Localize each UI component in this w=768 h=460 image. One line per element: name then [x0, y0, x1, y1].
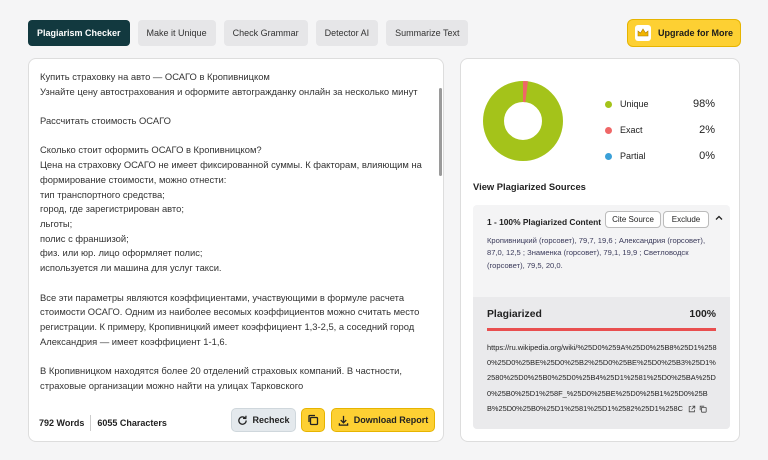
editor-paragraph: Рассчитать стоимость ОСАГО	[40, 115, 171, 127]
exclude-button[interactable]: Exclude	[663, 211, 709, 228]
download-report-button[interactable]: Download Report	[331, 408, 435, 432]
external-link-icon[interactable]	[688, 405, 696, 413]
editor-paragraph: Все эти параметры являются коэффициентам…	[40, 291, 420, 347]
copy-icon	[308, 414, 319, 426]
recheck-button[interactable]: Recheck	[231, 408, 296, 432]
upgrade-label: Upgrade for More	[658, 28, 734, 38]
tab-plagiarism-checker[interactable]: Plagiarism Checker	[28, 20, 130, 46]
legend-label: Exact	[620, 125, 643, 135]
stats-divider	[90, 415, 92, 431]
donut-legend: Unique 98% Exact 2% Partial 0%	[605, 91, 715, 169]
chevron-up-icon[interactable]	[714, 213, 724, 223]
legend-label: Unique	[620, 99, 649, 109]
text-editor[interactable]: Купить страховку на авто — ОСАГО в Кропи…	[28, 58, 444, 442]
legend-value: 2%	[699, 124, 715, 136]
source-snippet: Кропивницкий (горсовет), 79,7, 19,6 ; Ал…	[487, 236, 706, 270]
plagiarized-bar	[487, 328, 716, 331]
unique-dot	[605, 100, 612, 108]
sources-title: View Plagiarized Sources	[473, 181, 586, 192]
editor-content[interactable]: Купить страховку на авто — ОСАГО в Кропи…	[40, 70, 432, 400]
text-stats: 792 Words 6055 Characters	[39, 415, 167, 431]
legend-value: 98%	[692, 98, 715, 110]
cite-source-button[interactable]: Cite Source	[605, 211, 661, 228]
editor-scrollbar[interactable]	[439, 58, 443, 428]
plagiarized-percent: 100%	[689, 309, 716, 320]
results-panel: Unique 98% Exact 2% Partial 0% View Plag…	[460, 58, 740, 442]
source-url[interactable]: https://ru.wikipedia.org/wiki/%25D0%259A…	[487, 343, 717, 413]
editor-paragraph: В Кропивницком находятся более 20 отделе…	[40, 365, 402, 391]
partial-dot	[605, 152, 612, 160]
plagiarized-panel: Plagiarized 100% https://ru.wikipedia.or…	[473, 297, 730, 429]
tool-tabs: Plagiarism Checker Make it Unique Check …	[28, 20, 469, 46]
copy-url-icon[interactable]	[699, 405, 707, 413]
character-count: 6055 Characters	[97, 418, 167, 428]
word-count: 792 Words	[39, 418, 85, 428]
source-card: 1 - 100% Plagiarized Content Cite Source…	[473, 205, 730, 429]
download-icon	[338, 415, 349, 426]
refresh-icon	[238, 415, 248, 425]
editor-paragraph: Купить страховку на авто — ОСАГО в Кропи…	[40, 71, 418, 97]
tab-detector-ai[interactable]: Detector AI	[315, 20, 379, 46]
source-heading[interactable]: 1 - 100% Plagiarized Content	[487, 217, 602, 227]
legend-value: 0%	[699, 150, 715, 162]
copy-button[interactable]	[301, 408, 325, 432]
exact-dot	[605, 126, 612, 134]
legend-label: Partial	[620, 151, 646, 161]
crown-icon	[635, 25, 651, 41]
legend-item-exact: Exact 2%	[605, 117, 715, 143]
plagiarized-label: Plagiarized	[487, 309, 542, 320]
tab-summarize-text[interactable]: Summarize Text	[386, 20, 469, 46]
tab-make-it-unique[interactable]: Make it Unique	[137, 20, 216, 46]
editor-paragraph: Сколько стоит оформить ОСАГО в Кропивниц…	[40, 144, 422, 274]
legend-item-unique: Unique 98%	[605, 91, 715, 117]
recheck-label: Recheck	[252, 415, 290, 425]
legend-item-partial: Partial 0%	[605, 143, 715, 169]
upgrade-button[interactable]: Upgrade for More	[627, 19, 741, 47]
download-label: Download Report	[353, 415, 429, 425]
source-url-block: https://ru.wikipedia.org/wiki/%25D0%259A…	[487, 340, 719, 416]
tab-check-grammar[interactable]: Check Grammar	[223, 20, 308, 46]
plagiarism-donut-chart	[483, 81, 563, 161]
scrollbar-thumb[interactable]	[439, 88, 442, 176]
